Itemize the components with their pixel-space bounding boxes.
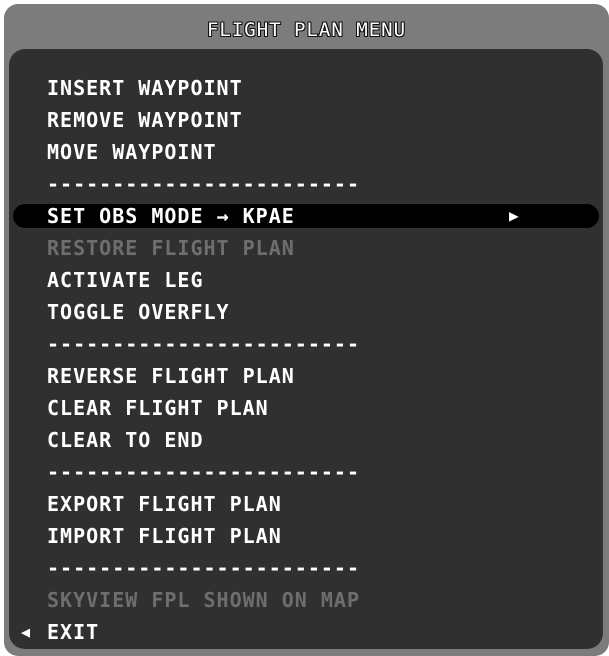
menu-item-remove-waypoint[interactable]: REMOVE WAYPOINT [9,104,603,136]
menu-item-label: MOVE WAYPOINT [47,140,217,164]
menu-item-export-flight-plan[interactable]: EXPORT FLIGHT PLAN [9,488,603,520]
menu-item-import-flight-plan[interactable]: IMPORT FLIGHT PLAN [9,520,603,552]
menu-item-label: RESTORE FLIGHT PLAN [47,236,295,260]
menu-item-toggle-overfly[interactable]: TOGGLE OVERFLY [9,296,603,328]
menu-window: FLIGHT PLAN MENU INSERT WAYPOINT REMOVE … [4,4,609,656]
menu-panel: INSERT WAYPOINT REMOVE WAYPOINT MOVE WAY… [9,49,603,649]
menu-item-label: ACTIVATE LEG [47,268,204,292]
menu-item-activate-leg[interactable]: ACTIVATE LEG [9,264,603,296]
menu-separator: ------------------------ [9,328,603,360]
menu-item-restore-flight-plan: RESTORE FLIGHT PLAN [9,232,603,264]
back-arrow-icon: ◀ [21,623,32,641]
menu-item-label: SET OBS MODE → KPAE [47,204,295,228]
separator-line: ------------------------ [47,556,360,580]
submenu-arrow-icon: ▶ [509,206,520,225]
separator-line: ------------------------ [47,332,360,356]
menu-item-set-obs-mode[interactable]: SET OBS MODE → KPAE ▶ [9,200,603,232]
menu-separator: ------------------------ [9,552,603,584]
menu-item-label: IMPORT FLIGHT PLAN [47,524,282,548]
menu-item-label: SKYVIEW FPL SHOWN ON MAP [47,588,360,612]
menu-title: FLIGHT PLAN MENU [206,19,407,41]
separator-line: ------------------------ [47,460,360,484]
separator-line: ------------------------ [47,172,360,196]
menu-item-insert-waypoint[interactable]: INSERT WAYPOINT [9,72,603,104]
menu-item-skyview-fpl-shown-on-map: SKYVIEW FPL SHOWN ON MAP [9,584,603,616]
menu-item-label: REMOVE WAYPOINT [47,108,243,132]
menu-item-label: CLEAR TO END [47,428,204,452]
menu-item-clear-to-end[interactable]: CLEAR TO END [9,424,603,456]
menu-item-reverse-flight-plan[interactable]: REVERSE FLIGHT PLAN [9,360,603,392]
menu-separator: ------------------------ [9,168,603,200]
menu-item-label: INSERT WAYPOINT [47,76,243,100]
menu-item-label: TOGGLE OVERFLY [47,300,230,324]
menu-item-move-waypoint[interactable]: MOVE WAYPOINT [9,136,603,168]
menu-item-label: REVERSE FLIGHT PLAN [47,364,295,388]
menu-item-label: EXPORT FLIGHT PLAN [47,492,282,516]
menu-item-clear-flight-plan[interactable]: CLEAR FLIGHT PLAN [9,392,603,424]
menu-separator: ------------------------ [9,456,603,488]
menu-item-label: CLEAR FLIGHT PLAN [47,396,269,420]
menu-item-label: EXIT [47,620,100,644]
menu-item-exit[interactable]: ◀ EXIT [9,616,603,648]
